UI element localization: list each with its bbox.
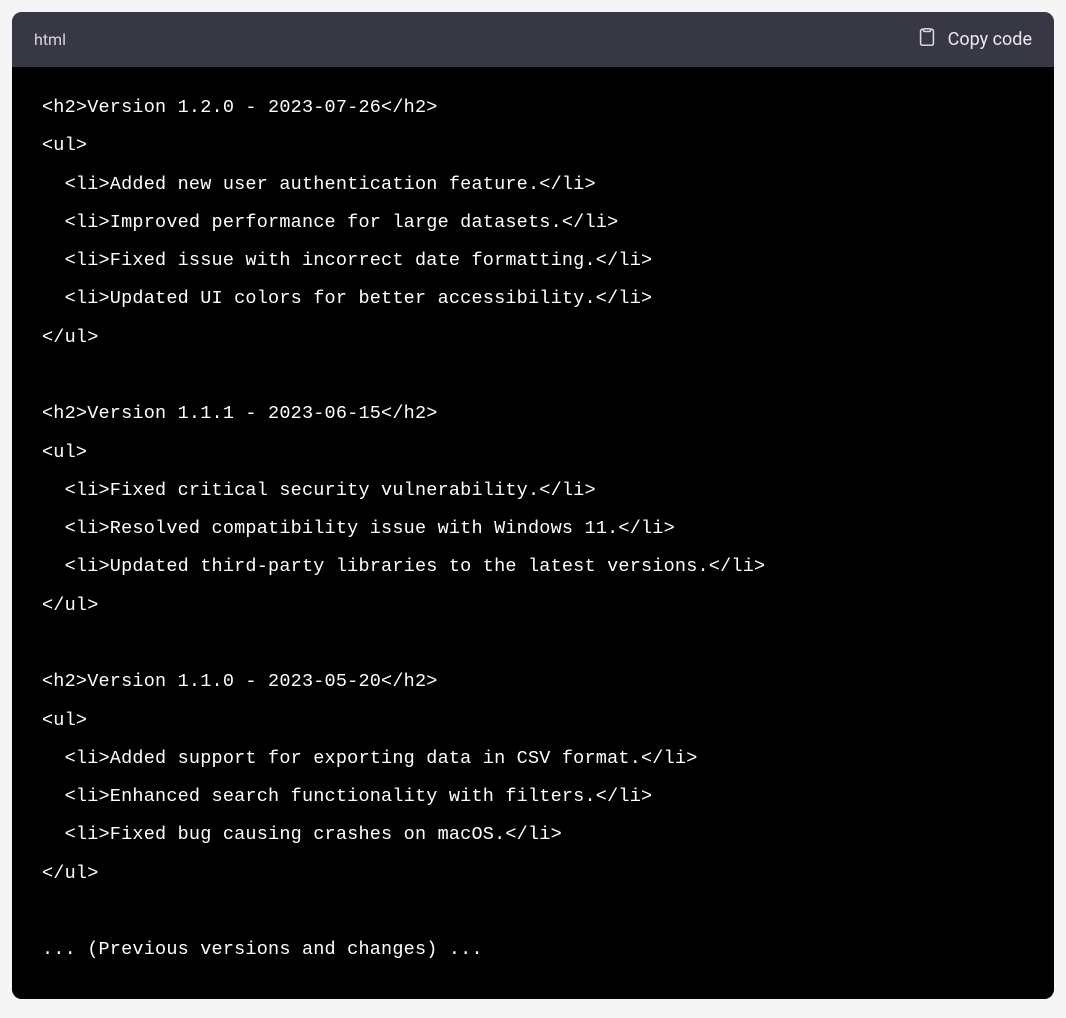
clipboard-icon [916, 26, 938, 53]
language-label: html [34, 30, 66, 49]
code-block: html Copy code <h2>Version 1.2.0 - 2023-… [12, 12, 1054, 999]
code-header: html Copy code [12, 12, 1054, 67]
code-content: <h2>Version 1.2.0 - 2023-07-26</h2> <ul>… [12, 67, 1054, 999]
copy-code-label: Copy code [948, 29, 1032, 50]
copy-code-button[interactable]: Copy code [916, 26, 1032, 53]
